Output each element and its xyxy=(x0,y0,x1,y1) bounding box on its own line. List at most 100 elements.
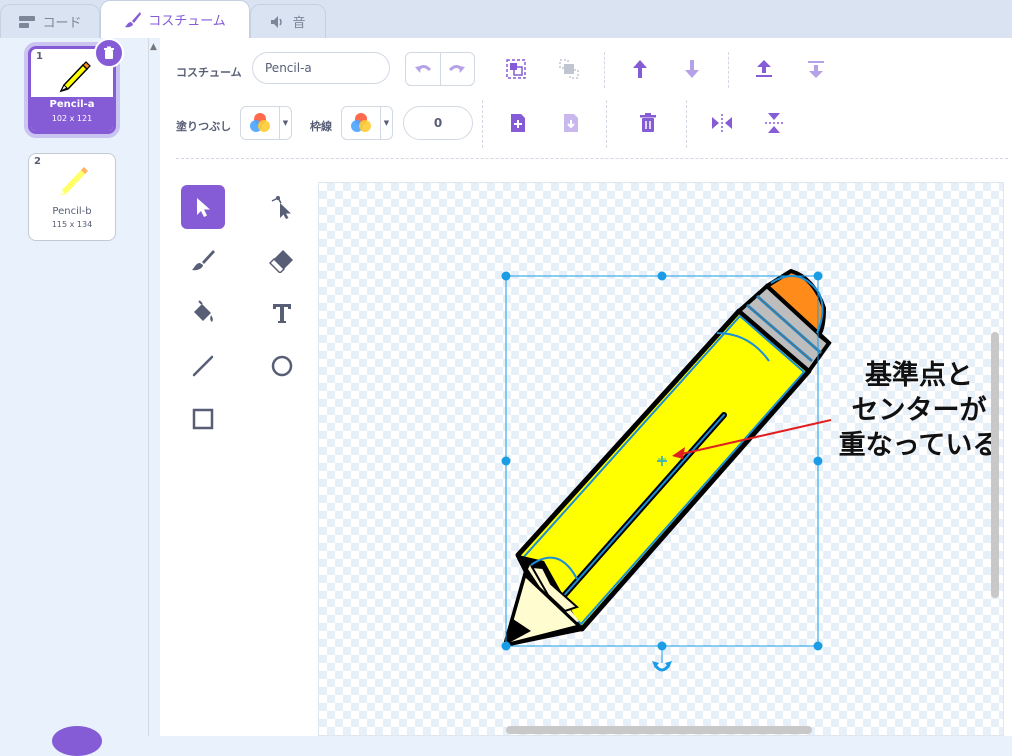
chevron-down-icon: ▼ xyxy=(383,119,390,127)
tab-code[interactable]: コード xyxy=(0,4,100,38)
reshape-cursor-icon xyxy=(271,196,291,219)
trash-icon xyxy=(104,46,114,59)
ungroup-icon xyxy=(559,59,579,79)
send-to-back-icon xyxy=(808,61,824,78)
costume-index: 1 xyxy=(36,51,43,62)
paint-editor: コスチューム Pencil-a 塗りつぶし ▼ 枠線 ▼ 0 基準点と センター… xyxy=(160,38,1012,736)
eraser-tool[interactable] xyxy=(260,238,304,282)
ungroup-button[interactable] xyxy=(554,54,584,84)
annotation-line: 重なっている xyxy=(838,430,1000,461)
group-button[interactable] xyxy=(501,54,531,84)
circle-tool[interactable] xyxy=(260,344,304,388)
paint-bucket-icon xyxy=(194,300,213,322)
fill-tool[interactable] xyxy=(181,291,225,335)
forward-layer-icon xyxy=(633,60,647,78)
canvas-vertical-scrollbar[interactable] xyxy=(991,332,999,598)
copy-icon xyxy=(511,114,525,132)
trash-icon xyxy=(640,113,656,132)
pencil-thumbnail-icon xyxy=(59,61,91,93)
annotation-line: センターが xyxy=(851,395,987,426)
flip-vertical-button[interactable] xyxy=(759,108,789,138)
resize-handle xyxy=(813,641,823,651)
toolbar-divider xyxy=(606,100,607,148)
tab-code-label: コード xyxy=(42,16,82,31)
color-mix-icon xyxy=(351,113,371,132)
brush-icon xyxy=(192,250,215,271)
costume-list: 1 Pencil-a 102 x 121 2 Pencil-b 115 x 13… xyxy=(0,38,149,756)
backward-button[interactable] xyxy=(677,54,707,84)
resize-handle xyxy=(501,271,511,281)
reshape-tool[interactable] xyxy=(260,185,304,229)
forward-button[interactable] xyxy=(625,54,655,84)
text-icon xyxy=(273,304,291,323)
paste-button[interactable] xyxy=(556,108,586,138)
tab-sounds-label: 音 xyxy=(292,16,306,31)
eraser-icon xyxy=(269,250,293,273)
costume-name: Pencil-a xyxy=(49,99,95,110)
canvas-horizontal-scrollbar[interactable] xyxy=(506,726,812,734)
paintbrush-icon xyxy=(125,11,142,27)
rectangle-icon xyxy=(192,408,214,430)
color-mix-icon xyxy=(250,113,270,132)
pencil-thumbnail-icon xyxy=(59,167,88,196)
undo-button[interactable] xyxy=(406,53,441,85)
annotation-text: 基準点と センターが 重なっている xyxy=(834,358,1003,463)
outline-width-input[interactable]: 0 xyxy=(403,106,473,140)
resize-handle xyxy=(813,456,823,466)
redo-icon xyxy=(449,65,466,73)
toolbar-divider xyxy=(604,52,605,88)
text-tool[interactable] xyxy=(260,291,304,335)
costume-size: 102 x 121 xyxy=(51,114,93,123)
copy-button[interactable] xyxy=(503,108,533,138)
circle-icon xyxy=(271,355,293,377)
editor-tab-bar: コード コスチューム 音 xyxy=(0,0,1012,38)
costume-name-input[interactable]: Pencil-a xyxy=(252,52,390,84)
outline-label: 枠線 xyxy=(310,120,332,133)
annotation-line: 基準点と xyxy=(865,360,973,391)
costume-name-label: コスチューム xyxy=(176,66,242,79)
chevron-down-icon: ▼ xyxy=(282,119,289,127)
fill-label: 塗りつぶし xyxy=(176,120,232,133)
flip-vertical-icon xyxy=(765,113,783,133)
toolbar-divider xyxy=(686,100,687,148)
flip-horizontal-icon xyxy=(712,114,732,132)
delete-costume-button[interactable] xyxy=(94,38,124,68)
resize-handle xyxy=(501,641,511,651)
paint-canvas[interactable]: 基準点と センターが 重なっている xyxy=(318,182,1004,736)
costume-size: 115 x 134 xyxy=(51,220,93,229)
rectangle-tool[interactable] xyxy=(181,397,225,441)
resize-handle xyxy=(657,641,667,651)
toolbar-divider xyxy=(482,100,483,148)
undo-icon xyxy=(414,65,431,73)
delete-button[interactable] xyxy=(633,108,663,138)
backward-layer-icon xyxy=(685,60,699,78)
back-button[interactable] xyxy=(801,54,831,84)
costume-name: Pencil-b xyxy=(52,206,92,217)
tab-costumes[interactable]: コスチューム xyxy=(100,0,250,38)
add-costume-button[interactable] xyxy=(52,726,102,756)
resize-handle xyxy=(813,271,823,281)
redo-button[interactable] xyxy=(441,53,475,85)
resize-handle xyxy=(501,456,511,466)
fill-color-picker[interactable]: ▼ xyxy=(240,106,292,140)
undo-redo-group xyxy=(405,52,475,86)
tab-costumes-label: コスチューム xyxy=(148,14,226,29)
toolbar-separator xyxy=(176,158,1008,159)
front-button[interactable] xyxy=(749,54,779,84)
costume-index: 2 xyxy=(34,156,41,167)
arrow-cursor-icon xyxy=(197,198,210,217)
pencil-costume-graphic xyxy=(502,269,832,649)
toolbar-divider xyxy=(728,52,729,88)
select-tool[interactable] xyxy=(181,185,225,229)
line-icon xyxy=(192,355,214,377)
costume-item-pencil-b[interactable]: 2 Pencil-b 115 x 134 xyxy=(28,153,116,241)
speaker-icon xyxy=(271,15,283,28)
flip-horizontal-button[interactable] xyxy=(707,108,737,138)
list-scroll-up-icon[interactable]: ▲ xyxy=(150,42,157,52)
brush-tool[interactable] xyxy=(181,238,225,282)
line-tool[interactable] xyxy=(181,344,225,388)
bring-to-front-icon xyxy=(756,60,772,77)
outline-color-picker[interactable]: ▼ xyxy=(341,106,393,140)
paste-icon xyxy=(564,114,578,132)
tab-sounds[interactable]: 音 xyxy=(250,4,326,38)
